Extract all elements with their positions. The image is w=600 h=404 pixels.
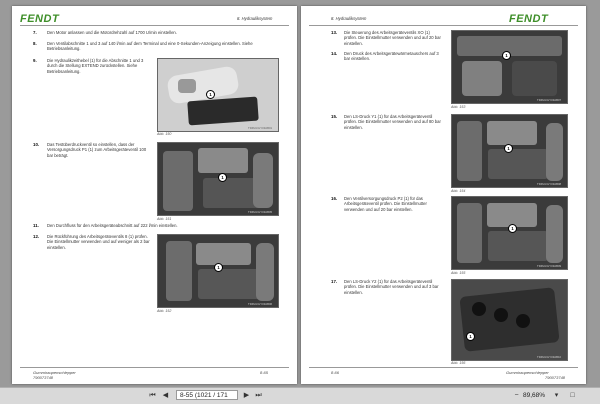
step-text: Den Durchfluss für den Arbeitsgeräteabsc…: [47, 223, 178, 228]
page-number: 8-65: [260, 370, 269, 375]
step-number: 11.: [33, 223, 39, 228]
footer-rule: [20, 367, 289, 368]
figure-image: 1 TR4M-FHY03AB07: [451, 30, 568, 104]
figure-caption: Abb. 151: [157, 217, 172, 221]
step-text: Die Rückführung des Arbeitsgeräteventils…: [47, 234, 150, 250]
document-viewport[interactable]: FENDT 8. Hydrauliksystem 7. Den Motor an…: [0, 0, 600, 387]
prev-page-icon[interactable]: ◀: [161, 391, 170, 400]
figure-code: TR4M-FHY03AB09: [537, 264, 562, 268]
next-page-icon[interactable]: ▶: [242, 391, 251, 400]
page-number: 8-66: [331, 370, 340, 375]
figure-caption: Abb. 156: [451, 361, 466, 365]
step-text: Den Ventilversorgungsdruck P2 (1) für da…: [344, 196, 427, 212]
figure-caption: Abb. 152: [157, 309, 172, 313]
step-number: 9.: [33, 58, 37, 63]
figure-caption: Abb. 153: [451, 105, 466, 109]
step-number: 10.: [33, 142, 40, 147]
section-title: 8. Hydrauliksystem: [237, 16, 273, 21]
figure-image: 1 TR4M-FHY03AB09: [451, 196, 568, 270]
callout-marker: 1: [504, 144, 513, 153]
step-number: 7.: [33, 30, 37, 35]
step-number: 12.: [33, 234, 40, 239]
footer-title: Gummiraupenschlepper: [506, 370, 549, 375]
step-text: Den Motor anlassen und die Motordrehzahl…: [47, 30, 177, 35]
header-rule: [20, 25, 289, 26]
figure-code: TR4M-FHY03AB07: [537, 98, 562, 102]
fendt-logo: FENDT: [20, 13, 60, 25]
step-text: Die Hydraulikzeithebel (1) für die Absch…: [47, 58, 144, 74]
figure-code: TR4M-FHY03AB05: [248, 210, 273, 214]
step-text: Den LS-Druck Y2 (1) für das Arbeitsgerät…: [344, 279, 439, 295]
callout-marker: 1: [508, 224, 517, 233]
step-number: 17.: [331, 279, 338, 284]
step-number: 13.: [331, 30, 338, 35]
figure-code: TR4M-FHY03AB08: [537, 182, 562, 186]
figure-image: 1 TR4M-FHY03AB10: [451, 279, 568, 361]
figure-caption: Abb. 155: [451, 271, 466, 275]
step-text: Den Ventilabschnitte 1 und 3 auf 140 l/m…: [47, 41, 253, 52]
zoom-level[interactable]: 89,68%: [523, 391, 545, 400]
right-page: 8. Hydrauliksystem FENDT 13. Die Steueru…: [301, 6, 586, 384]
viewer-statusbar: ⏮ ◀ 8-55 (1021 / 171 ▶ ⏭ − 89,68% ▾ □: [0, 387, 600, 404]
callout-marker: 1: [502, 51, 511, 60]
figure-caption: Abb. 154: [451, 189, 466, 193]
section-title: 8. Hydrauliksystem: [331, 16, 367, 21]
fit-page-icon[interactable]: □: [568, 391, 577, 400]
figure-code: TR4M-FHY03AB10: [537, 355, 562, 359]
step-number: 16.: [331, 196, 338, 201]
step-text: Den Druck des Arbeitsgerätewärmetauscher…: [344, 51, 439, 62]
callout-marker: 1: [218, 173, 227, 182]
fendt-logo: FENDT: [509, 13, 549, 25]
zoom-out-icon[interactable]: −: [512, 391, 521, 400]
last-page-icon[interactable]: ⏭: [254, 391, 263, 400]
left-page: FENDT 8. Hydrauliksystem 7. Den Motor an…: [12, 6, 297, 384]
step-number: 15.: [331, 114, 338, 119]
footer-docnum: 790073748: [33, 375, 54, 380]
step-text: Das Testüberdruckventil so einstellen, d…: [47, 142, 147, 158]
figure-image: 1 TR4M-FHY03AB01: [157, 58, 279, 132]
footer-docnum: 790073748: [545, 375, 566, 380]
page-number-input[interactable]: 8-55 (1021 / 171: [176, 390, 238, 400]
callout-marker: 1: [466, 332, 475, 341]
figure-image: 1 TR4M-FHY03AB06: [157, 234, 279, 308]
footer-rule: [309, 367, 578, 368]
first-page-icon[interactable]: ⏮: [148, 391, 157, 400]
step-text: Die Steuerung des Arbeitsgeräteventils X…: [344, 30, 441, 46]
callout-marker: 1: [214, 263, 223, 272]
zoom-menu-icon[interactable]: ▾: [552, 391, 561, 400]
figure-image: 1 TR4M-FHY03AB08: [451, 114, 568, 188]
callout-marker: 1: [206, 90, 215, 99]
figure-image: 1 TR4M-FHY03AB05: [157, 142, 279, 216]
step-number: 14.: [331, 51, 338, 56]
header-rule: [309, 25, 578, 26]
figure-caption: Abb. 150: [157, 132, 172, 136]
step-text: Den LS-Druck Y1 (1) für das Arbeitsgerät…: [344, 114, 441, 130]
step-number: 8.: [33, 41, 37, 46]
figure-code: TR4M-FHY03AB06: [248, 302, 273, 306]
figure-code: TR4M-FHY03AB01: [248, 126, 273, 130]
